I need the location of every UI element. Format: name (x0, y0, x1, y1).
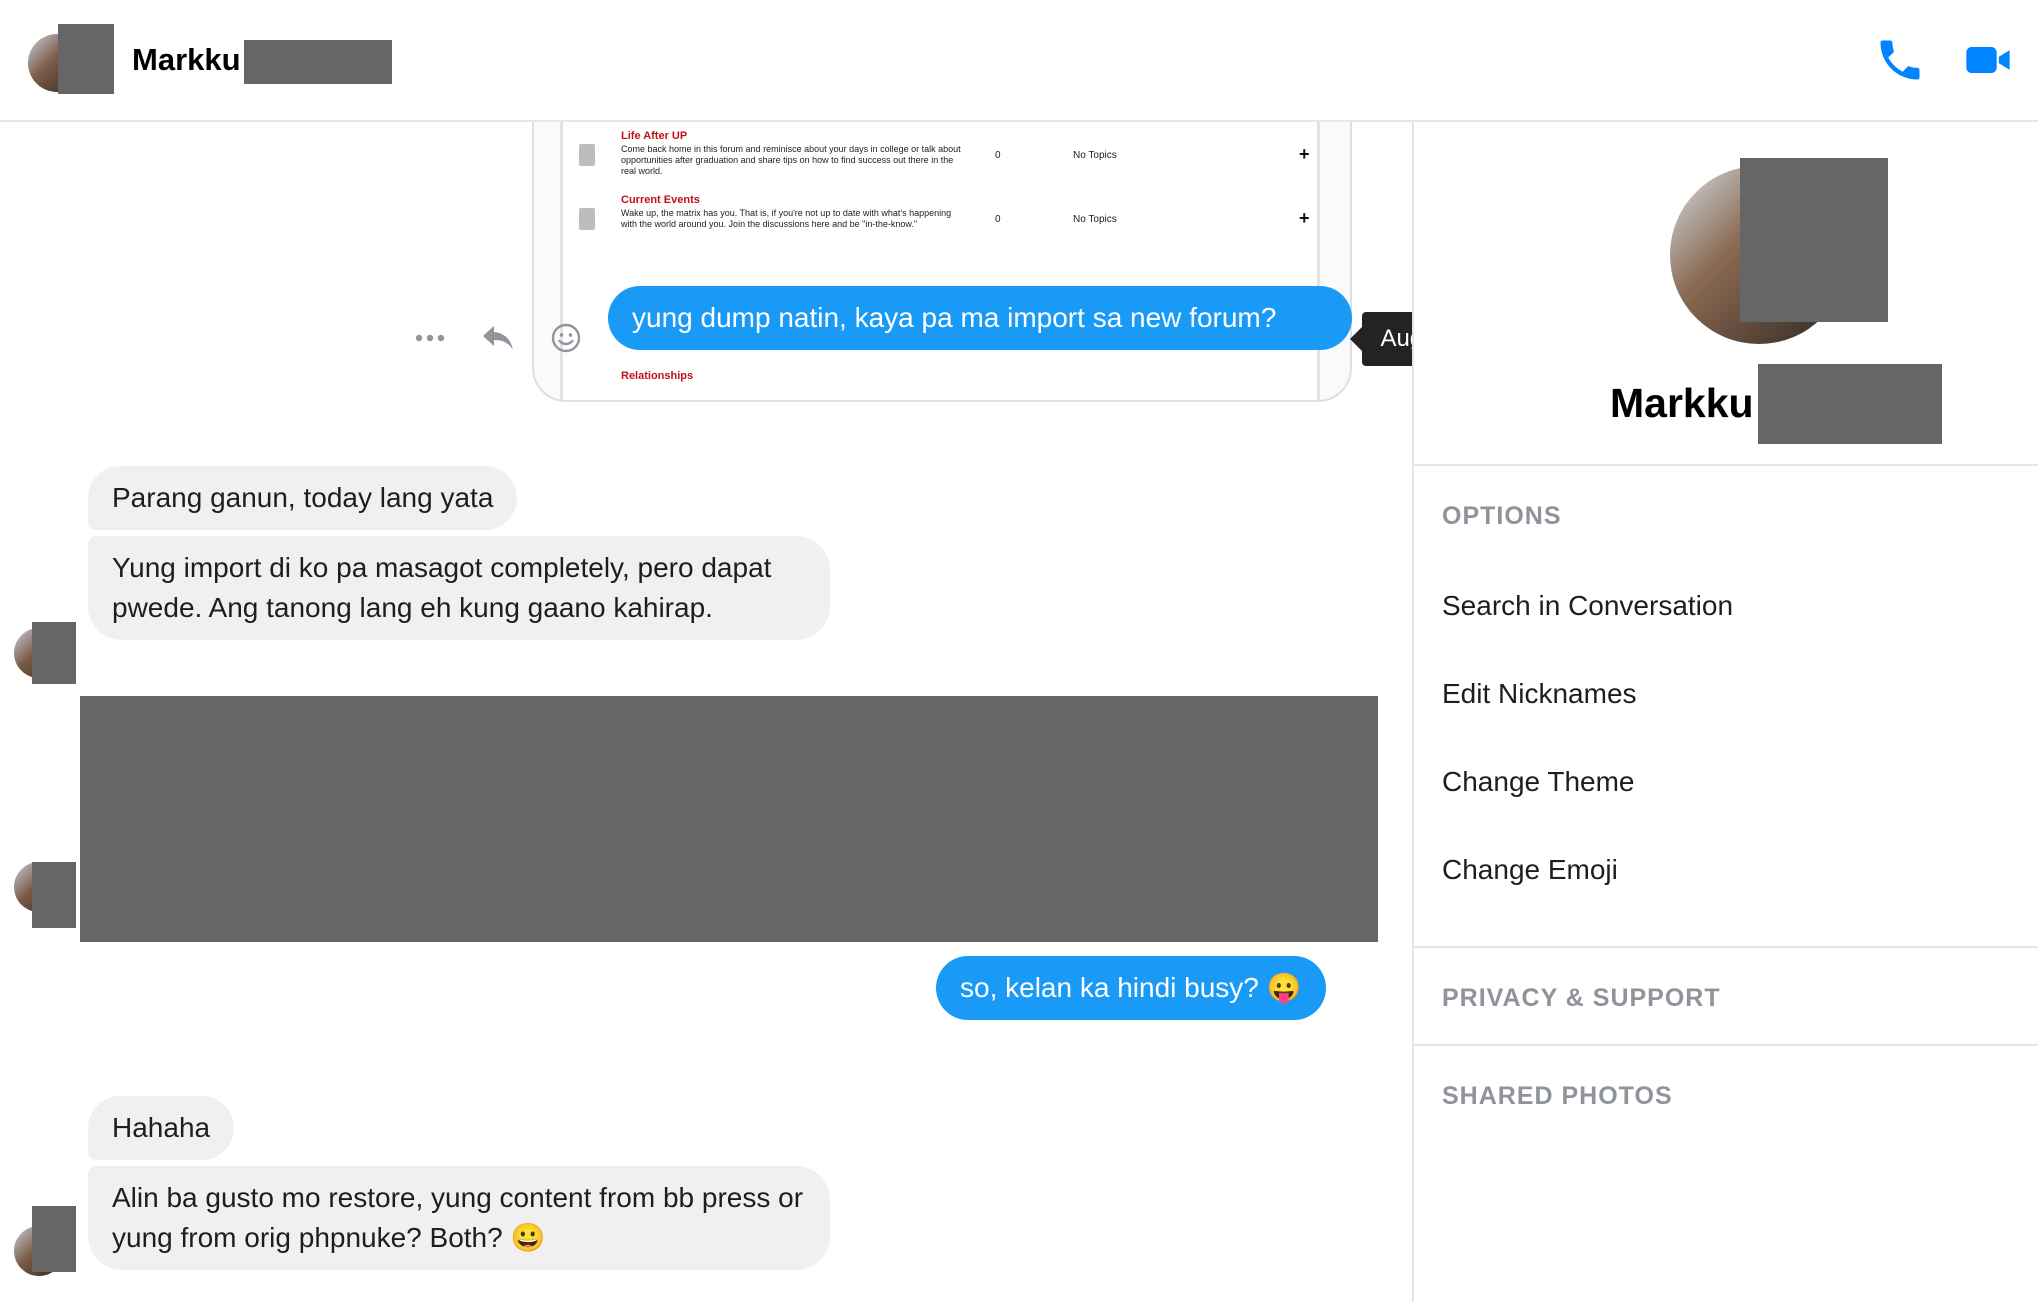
more-dots-icon[interactable] (408, 316, 452, 360)
forum-description: Come back home in this forum and reminis… (621, 144, 961, 176)
message-actions (408, 316, 588, 366)
redacted-block (32, 1206, 76, 1272)
forum-row: Life After UP Come back home in this for… (563, 126, 1323, 190)
smiley-icon[interactable] (544, 316, 588, 360)
forum-count: 0 (995, 214, 1001, 225)
message-thread[interactable]: Life After UP Come back home in this for… (0, 122, 1412, 1302)
divider (1414, 464, 2038, 466)
shared-image-attachment[interactable]: Life After UP Come back home in this for… (532, 122, 1352, 402)
timestamp-tooltip: August 11, 2017 at 10:07 PM (1350, 312, 1412, 366)
forum-row: Current Events Wake up, the matrix has y… (563, 190, 1323, 254)
incoming-message[interactable]: Parang ganun, today lang yata (88, 466, 518, 530)
change-theme-option[interactable]: Change Theme (1442, 766, 1635, 798)
redacted-message (80, 696, 1378, 942)
redacted-block (1740, 158, 1888, 322)
redacted-block (244, 40, 392, 84)
divider (1414, 1044, 2038, 1046)
forum-description: Wake up, the matrix has you. That is, if… (621, 208, 952, 229)
forum-topics: No Topics (1073, 214, 1117, 225)
redacted-block (1758, 364, 1942, 444)
incoming-message[interactable]: Alin ba gusto mo restore, yung content f… (88, 1166, 830, 1270)
conversation-header: Markku (0, 0, 2038, 122)
forum-count: 0 (995, 150, 1001, 161)
incoming-message[interactable]: Hahaha (88, 1096, 235, 1160)
shared-photos-section-title[interactable]: SHARED PHOTOS (1442, 1082, 1673, 1111)
phone-icon[interactable] (1874, 34, 1926, 86)
header-contact-name[interactable]: Markku (132, 42, 241, 78)
outgoing-message[interactable]: so, kelan ka hindi busy? 😛 (936, 956, 1326, 1020)
plus-icon: + (1299, 144, 1310, 164)
incoming-message[interactable]: Yung import di ko pa masagot completely,… (88, 536, 830, 640)
forum-screenshot: Life After UP Come back home in this for… (560, 122, 1323, 400)
redacted-block (32, 622, 76, 684)
forum-title: Current Events (621, 194, 700, 206)
video-camera-icon[interactable] (1962, 34, 2014, 86)
change-emoji-option[interactable]: Change Emoji (1442, 854, 1618, 886)
edit-nicknames-option[interactable]: Edit Nicknames (1442, 678, 1637, 710)
conversation-info-panel: Markku OPTIONS Search in Conversation Ed… (1412, 122, 2038, 1302)
outgoing-message[interactable]: yung dump natin, kaya pa ma import sa ne… (608, 286, 1352, 350)
forum-title: Relationships (621, 370, 694, 382)
reply-icon[interactable] (476, 316, 520, 360)
profile-name: Markku (1610, 380, 1754, 426)
options-section-title[interactable]: OPTIONS (1442, 502, 1562, 531)
redacted-block (58, 24, 114, 94)
privacy-support-section-title[interactable]: PRIVACY & SUPPORT (1442, 984, 1721, 1013)
document-icon (579, 144, 595, 166)
forum-title: Life After UP (621, 130, 688, 142)
redacted-block (32, 862, 76, 928)
document-icon (579, 208, 595, 230)
search-in-conversation-option[interactable]: Search in Conversation (1442, 590, 1733, 622)
plus-icon: + (1299, 208, 1310, 228)
forum-topics: No Topics (1073, 150, 1117, 161)
divider (1414, 946, 2038, 948)
